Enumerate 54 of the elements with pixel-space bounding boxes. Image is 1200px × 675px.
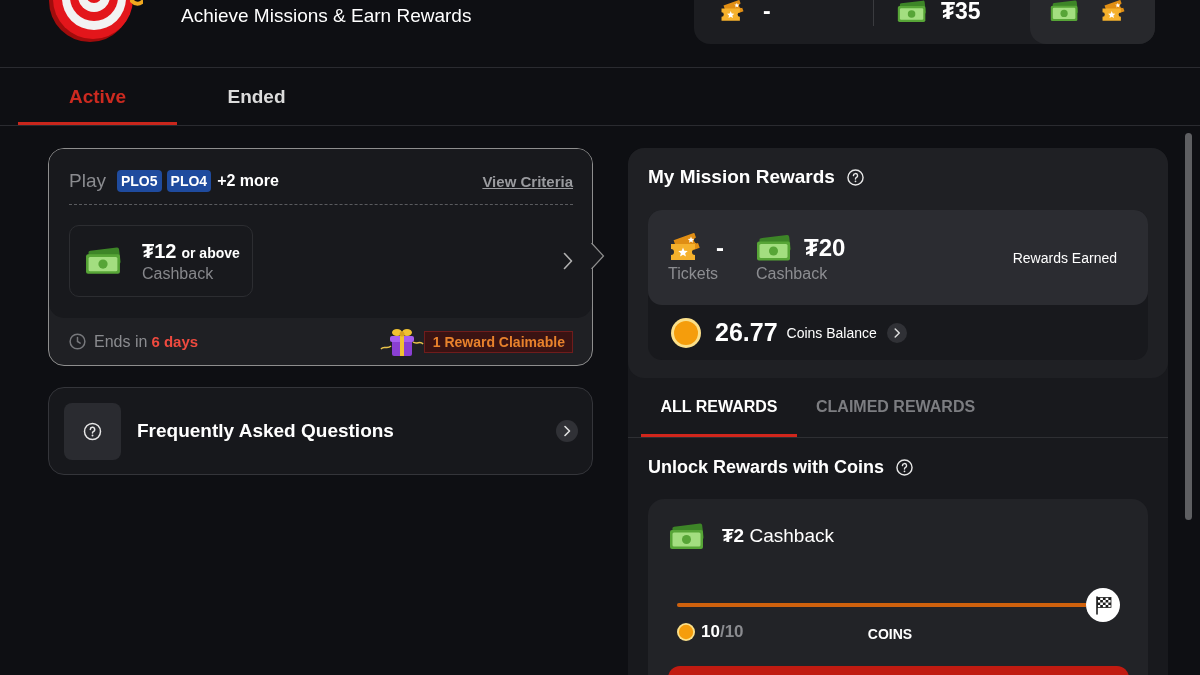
more-games-label: +2 more (217, 172, 279, 190)
scrollbar-thumb[interactable] (1185, 133, 1192, 520)
reward-label: Cashback (756, 264, 829, 283)
gift-box-icon (379, 326, 424, 357)
reward-value: ₮20 (804, 233, 846, 262)
reward-type: Cashback (142, 264, 215, 283)
ticket-icon (1101, 0, 1127, 23)
coins-required: /10 (719, 621, 744, 642)
banknotes-icon (756, 232, 792, 263)
view-criteria-link[interactable]: View Criteria (482, 172, 573, 190)
help-icon[interactable] (896, 458, 914, 476)
reward-amount: ₮12 (142, 239, 177, 263)
ends-label: Ends in (94, 332, 148, 351)
rewards-earned-label: Rewards Earned (1012, 249, 1117, 266)
faq-title: Frequently Asked Questions (137, 420, 394, 442)
coin-icon (677, 622, 695, 641)
status-tab[interactable]: Active (18, 68, 177, 125)
banknotes-icon (85, 247, 122, 275)
banknotes-icon (1050, 0, 1079, 22)
coin-balance-value: 26.77 (715, 318, 778, 347)
rewards-button[interactable] (1030, 0, 1155, 44)
page-subtitle: Achieve Missions & Earn Rewards (181, 5, 472, 27)
tickets-total: - (763, 0, 771, 22)
question-tile-icon (64, 402, 121, 460)
checkered-flag-icon (1086, 588, 1120, 622)
cashback-total: ₮35 (941, 0, 981, 22)
game-tag: PLO5 (116, 170, 162, 192)
banknotes-icon (897, 0, 927, 23)
section-title: My Mission Rewards (648, 166, 835, 188)
chevron-circle-icon[interactable] (556, 420, 578, 442)
game-tag: PLO4 (166, 170, 212, 192)
banknotes-icon (669, 522, 705, 550)
reward-value: - (716, 233, 724, 262)
coin-icon (671, 317, 701, 348)
card-pointer (591, 243, 605, 269)
play-label: Play (69, 170, 106, 192)
reward-qualifier: or above (181, 244, 240, 261)
chevron-right-icon[interactable] (563, 252, 573, 270)
rewards-tab[interactable]: ALL REWARDS (641, 378, 797, 437)
coin-reward-title: ₮2 Cashback (722, 525, 834, 547)
chevron-circle-icon[interactable] (886, 322, 907, 343)
coins-collected: 10 (701, 621, 720, 642)
coins-unit-label: COINS (867, 626, 913, 642)
ticket-icon (720, 0, 746, 23)
help-icon[interactable] (846, 168, 864, 186)
reward-label: Tickets (668, 264, 720, 283)
status-tab[interactable]: Ended (177, 68, 336, 125)
section-title: Unlock Rewards with Coins (648, 456, 885, 478)
coin-balance-label: Coins Balance (786, 324, 877, 341)
clock-icon (69, 333, 86, 350)
ends-value: 6 days (151, 333, 199, 350)
claimable-tag[interactable]: 1 Reward Claimable (423, 330, 573, 353)
rewards-tab[interactable]: CLAIMED REWARDS (797, 378, 995, 437)
faq-card[interactable]: Frequently Asked Questions (48, 387, 593, 475)
